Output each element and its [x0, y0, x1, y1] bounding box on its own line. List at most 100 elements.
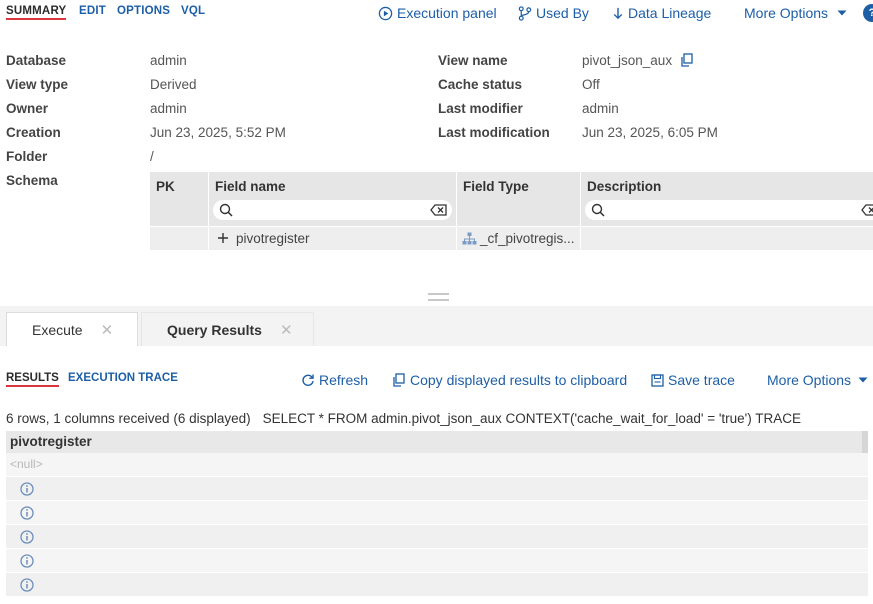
- database-value: admin: [150, 53, 187, 68]
- view-type-label: View type: [6, 77, 69, 92]
- tab-execute[interactable]: Execute ✕: [6, 312, 138, 346]
- results-more-options-button[interactable]: More Options: [767, 372, 869, 388]
- copy-results-label: Copy displayed results to clipboard: [410, 372, 628, 388]
- field-type-header-label: Field Type: [463, 179, 529, 194]
- save-trace-label: Save trace: [668, 372, 735, 388]
- cache-status-label: Cache status: [438, 77, 523, 92]
- last-modification-value: Jun 23, 2025, 6:05 PM: [582, 125, 718, 140]
- last-modifier-value: admin: [582, 101, 619, 116]
- close-icon[interactable]: ✕: [280, 321, 293, 339]
- save-icon: [651, 373, 664, 387]
- close-icon[interactable]: ✕: [101, 321, 114, 339]
- expand-plus-icon[interactable]: [217, 232, 229, 244]
- schema-field-type-value: _cf_pivotregis...: [480, 231, 575, 246]
- copy-results-button[interactable]: Copy displayed results to clipboard: [392, 372, 627, 388]
- last-modifier-label: Last modifier: [438, 101, 523, 116]
- view-name-field: pivot_json_aux: [582, 53, 694, 68]
- play-circle-icon: [378, 6, 393, 20]
- info-icon[interactable]: [20, 578, 34, 592]
- info-icon[interactable]: [20, 530, 34, 544]
- info-icon[interactable]: [20, 554, 34, 568]
- tab-query-results-label: Query Results: [167, 321, 262, 338]
- save-trace-button[interactable]: Save trace: [651, 372, 735, 388]
- folder-value: /: [150, 149, 154, 164]
- hierarchy-icon: [462, 232, 477, 245]
- owner-label: Owner: [6, 101, 49, 116]
- search-icon: [591, 203, 605, 217]
- results-count: 6 rows, 1 columns received (6 displayed): [6, 411, 251, 426]
- branch-icon: [518, 5, 532, 21]
- data-lineage-label: Data Lineage: [628, 5, 712, 21]
- schema-row-pk: [150, 227, 209, 250]
- schema-row-field-type: _cf_pivotregis...: [457, 227, 581, 250]
- schema-row-field-name[interactable]: pivotregister: [209, 227, 457, 250]
- view-name-label: View name: [438, 53, 508, 68]
- schema-table: PK Field name Field Type Description piv…: [150, 172, 873, 250]
- folder-label: Folder: [6, 149, 48, 164]
- view-name-value: pivot_json_aux: [582, 53, 673, 68]
- tab-summary[interactable]: SUMMARY: [6, 5, 67, 20]
- caret-down-icon: [837, 10, 847, 16]
- table-row[interactable]: [6, 573, 868, 597]
- cache-status-value: Off: [582, 77, 600, 92]
- description-header-label: Description: [587, 179, 662, 194]
- null-value: <null>: [10, 457, 43, 471]
- schema-header-description: Description: [581, 172, 873, 226]
- table-row[interactable]: [6, 477, 868, 501]
- execution-panel-button[interactable]: Execution panel: [378, 5, 497, 21]
- creation-label: Creation: [6, 125, 61, 140]
- field-name-filter-input[interactable]: [213, 200, 452, 220]
- tab-vql[interactable]: VQL: [181, 5, 205, 17]
- used-by-label: Used By: [536, 5, 589, 21]
- data-lineage-button[interactable]: Data Lineage: [612, 5, 711, 21]
- clear-icon[interactable]: [861, 204, 873, 216]
- tab-results[interactable]: RESULTS: [6, 372, 59, 387]
- schema-header-field-type: Field Type: [457, 172, 581, 226]
- schema-header-pk: PK: [150, 172, 209, 226]
- tab-query-results[interactable]: Query Results ✕: [141, 312, 314, 346]
- help-icon[interactable]: ?: [863, 4, 873, 22]
- top-navigation: SUMMARY EDIT OPTIONS VQL Execution panel…: [0, 0, 873, 28]
- results-more-options-label: More Options: [767, 372, 852, 388]
- refresh-icon: [302, 374, 314, 386]
- refresh-button[interactable]: Refresh: [301, 372, 368, 388]
- arrow-down-icon: [613, 7, 623, 19]
- copy-icon[interactable]: [680, 53, 694, 67]
- last-modification-label: Last modification: [438, 125, 550, 140]
- table-row[interactable]: [6, 525, 868, 549]
- tab-execute-label: Execute: [32, 321, 83, 338]
- description-filter-input[interactable]: [585, 200, 873, 220]
- caret-down-icon: [858, 377, 868, 383]
- table-row[interactable]: [6, 501, 868, 525]
- more-options-button[interactable]: More Options: [744, 5, 848, 21]
- tab-execution-trace[interactable]: EXECUTION TRACE: [68, 372, 178, 384]
- schema-header-field-name: Field name: [209, 172, 457, 226]
- view-type-value: Derived: [150, 77, 197, 92]
- table-row[interactable]: [6, 549, 868, 573]
- schema-label: Schema: [6, 173, 58, 188]
- clear-icon[interactable]: [430, 204, 447, 216]
- owner-value: admin: [150, 101, 187, 116]
- more-options-label: More Options: [744, 5, 829, 21]
- results-query: SELECT * FROM admin.pivot_json_aux CONTE…: [262, 411, 802, 426]
- execution-panel-label: Execution panel: [397, 5, 497, 21]
- pk-header-label: PK: [156, 179, 175, 194]
- used-by-button[interactable]: Used By: [518, 5, 589, 21]
- results-column-header[interactable]: pivotregister: [6, 431, 868, 453]
- field-name-header-label: Field name: [215, 179, 286, 194]
- search-icon: [219, 203, 233, 217]
- results-grid: pivotregister <null>: [6, 431, 868, 597]
- schema-row-description: [581, 227, 873, 250]
- panel-splitter-handle[interactable]: [428, 293, 449, 301]
- copy-icon: [393, 373, 405, 387]
- tab-options[interactable]: OPTIONS: [117, 5, 170, 17]
- info-icon[interactable]: [20, 506, 34, 520]
- refresh-label: Refresh: [319, 372, 369, 388]
- schema-field-name-value: pivotregister: [236, 231, 310, 246]
- creation-value: Jun 23, 2025, 5:52 PM: [150, 125, 286, 140]
- tab-edit[interactable]: EDIT: [79, 5, 106, 17]
- database-label: Database: [6, 53, 67, 68]
- info-icon[interactable]: [20, 482, 34, 496]
- results-summary: 6 rows, 1 columns received (6 displayed)…: [6, 411, 801, 426]
- table-row[interactable]: <null>: [6, 453, 868, 477]
